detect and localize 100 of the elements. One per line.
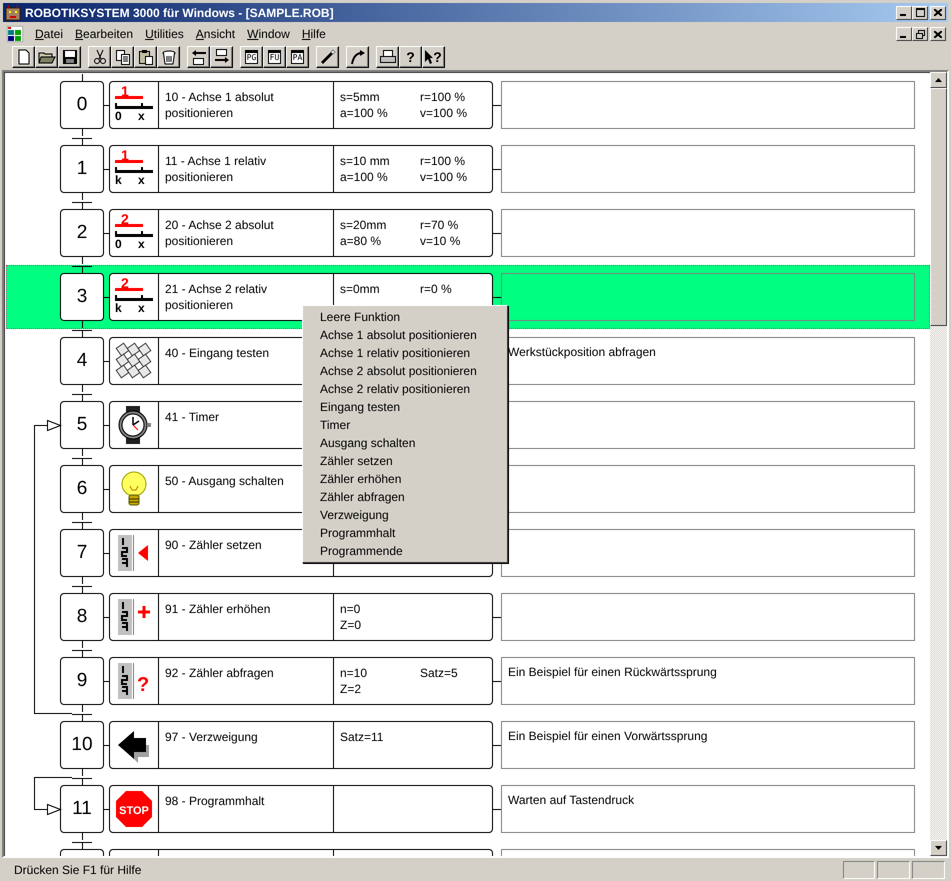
toolbar-button[interactable] <box>187 46 210 68</box>
step-number-box: 3 <box>60 273 104 321</box>
context-menu-item[interactable]: Zähler setzen <box>303 452 507 470</box>
connector-line <box>72 714 92 721</box>
new-file-icon <box>16 49 32 65</box>
menu-item[interactable]: Utilities <box>139 27 190 41</box>
connector-line <box>72 650 92 657</box>
document-icon[interactable] <box>7 26 23 42</box>
step-number-box: 9 <box>60 657 104 705</box>
step-row[interactable]: 9 ? 92 - Zähler abfragen n=10 Satz=5 Z=2 Ein Beispiel für einen Rückwärtssprung <box>6 649 930 713</box>
toolbar-button[interactable] <box>12 46 35 68</box>
connector-line <box>82 193 83 200</box>
context-menu-item[interactable]: Programmhalt <box>303 524 507 542</box>
parameter-value: a=80 % <box>340 233 382 249</box>
parameter-value: Z=2 <box>340 681 362 697</box>
menu-item[interactable]: Datei <box>29 27 70 41</box>
scroll-up-button[interactable] <box>930 72 947 88</box>
step-number-box: 8 <box>60 593 104 641</box>
context-menu-item[interactable]: Eingang testen <box>303 398 507 416</box>
plus-icon <box>136 604 152 620</box>
axis-origin-label: k <box>115 173 122 187</box>
connector-line <box>82 513 83 520</box>
step-number-box: 0 <box>60 81 104 129</box>
jump-arrow <box>34 777 72 816</box>
parameter-value: Satz=5 <box>420 665 459 681</box>
maximize-button[interactable] <box>912 6 928 20</box>
context-menu-item[interactable]: Zähler erhöhen <box>303 470 507 488</box>
menu-item[interactable]: Bearbeiten <box>69 27 140 41</box>
restore-button[interactable] <box>912 27 928 41</box>
parameter-value: s=20mm <box>340 217 388 233</box>
scroll-down-button[interactable] <box>930 840 947 856</box>
connector-line <box>72 202 92 209</box>
step-row[interactable]: 8 91 - Zähler erhöhen n=0 Z=0 <box>6 585 930 649</box>
step-row[interactable]: 2 2 0 x 20 - Achse 2 absolut positionieren s=20mm r=70 % a=80 % v=10 % <box>6 201 930 265</box>
step-number-box: 11 <box>60 785 104 833</box>
axis-scale-icon <box>115 224 153 237</box>
window-title: ROBOTIKSYSTEM 3000 für Windows - [SAMPLE.ROB] <box>25 6 334 20</box>
toolbar-button[interactable] <box>316 46 339 68</box>
step-number-box: 6 <box>60 465 104 513</box>
toolbar-button[interactable] <box>346 46 369 68</box>
context-menu-item[interactable]: Programmende <box>303 542 507 560</box>
toolbar-button[interactable] <box>134 46 157 68</box>
context-menu-item[interactable]: Timer <box>303 416 507 434</box>
toolbar-button[interactable] <box>157 46 180 68</box>
parameter-value: s=5mm <box>340 89 381 105</box>
context-menu-item[interactable]: Leere Funktion <box>303 308 507 326</box>
stop-sign-icon <box>116 791 152 827</box>
step-row[interactable]: 11 STOP 98 - Programmhalt Warten auf Tastendruck <box>6 777 930 841</box>
status-panel <box>877 860 910 878</box>
connector-line <box>82 129 83 136</box>
vertical-scrollbar[interactable] <box>930 72 947 856</box>
help-button[interactable]: ? <box>399 46 422 68</box>
menu-item[interactable]: Ansicht <box>190 27 242 41</box>
toolbar-button[interactable] <box>58 46 81 68</box>
counter-strip-icon <box>118 535 134 571</box>
step-row[interactable]: 1 1 k x 11 - Achse 1 relativ positionieren s=10 mm r=100 % a=100 % v=100 % <box>6 137 930 201</box>
context-menu-item[interactable]: Achse 1 absolut positionieren <box>303 326 507 344</box>
toolbar-button[interactable] <box>210 46 233 68</box>
comment-text: Warten auf Tastendruck <box>508 793 634 807</box>
parameter-value: v=100 % <box>420 169 468 185</box>
menu-item[interactable]: Window <box>241 27 296 41</box>
parameter-value: a=100 % <box>340 169 389 185</box>
toolbar-button[interactable] <box>376 46 399 68</box>
toolbar-button[interactable] <box>88 46 111 68</box>
context-help-button[interactable]: ? <box>422 46 445 68</box>
minimize-button[interactable] <box>896 6 912 20</box>
close-icon <box>934 9 942 16</box>
step-row[interactable]: 0 1 0 x 10 - Achse 1 absolut positionieren s=5mm r=100 % a=100 % v=100 % <box>6 73 930 137</box>
comment-text: Ein Beispiel für einen Vorwärtssprung <box>508 729 708 743</box>
context-menu-item[interactable]: Zähler abfragen <box>303 488 507 506</box>
axis-label: x <box>138 301 145 315</box>
window-button[interactable]: PA <box>286 46 309 68</box>
close-button[interactable] <box>930 6 946 20</box>
comment-text: Werkstückposition abfragen <box>508 345 656 359</box>
connector-line <box>82 385 83 392</box>
context-menu-item[interactable]: Achse 2 absolut positionieren <box>303 362 507 380</box>
window-button[interactable]: FU <box>263 46 286 68</box>
status-text: Drücken Sie F1 für Hilfe <box>14 862 142 876</box>
window-button[interactable]: PG <box>240 46 263 68</box>
menu-item[interactable]: Hilfe <box>296 27 332 41</box>
parameter-value: r=100 % <box>420 89 466 105</box>
axis-label: x <box>138 237 145 251</box>
toolbar-button[interactable] <box>35 46 58 68</box>
step-number-box: 7 <box>60 529 104 577</box>
robot-icon <box>5 4 21 20</box>
pointer-icon <box>425 50 434 64</box>
toolbar-button[interactable] <box>111 46 134 68</box>
function-name: 11 - Achse 1 relativ positionieren <box>165 154 266 184</box>
parameter-value: v=10 % <box>420 233 462 249</box>
scroll-thumb[interactable] <box>930 88 947 326</box>
connector-line <box>82 257 83 264</box>
parameter-value: s=10 mm <box>340 153 391 169</box>
up-arrow-icon <box>935 78 942 82</box>
step-row[interactable]: 10 97 - Verzweigung Satz=11 Ein Beispiel für einen Vorwärtssprung <box>6 713 930 777</box>
context-menu-item[interactable]: Verzweigung <box>303 506 507 524</box>
close-button[interactable] <box>930 27 946 41</box>
minimize-button[interactable] <box>896 27 912 41</box>
context-menu-item[interactable]: Achse 2 relativ positionieren <box>303 380 507 398</box>
context-menu-item[interactable]: Achse 1 relativ positionieren <box>303 344 507 362</box>
context-menu-item[interactable]: Ausgang schalten <box>303 434 507 452</box>
